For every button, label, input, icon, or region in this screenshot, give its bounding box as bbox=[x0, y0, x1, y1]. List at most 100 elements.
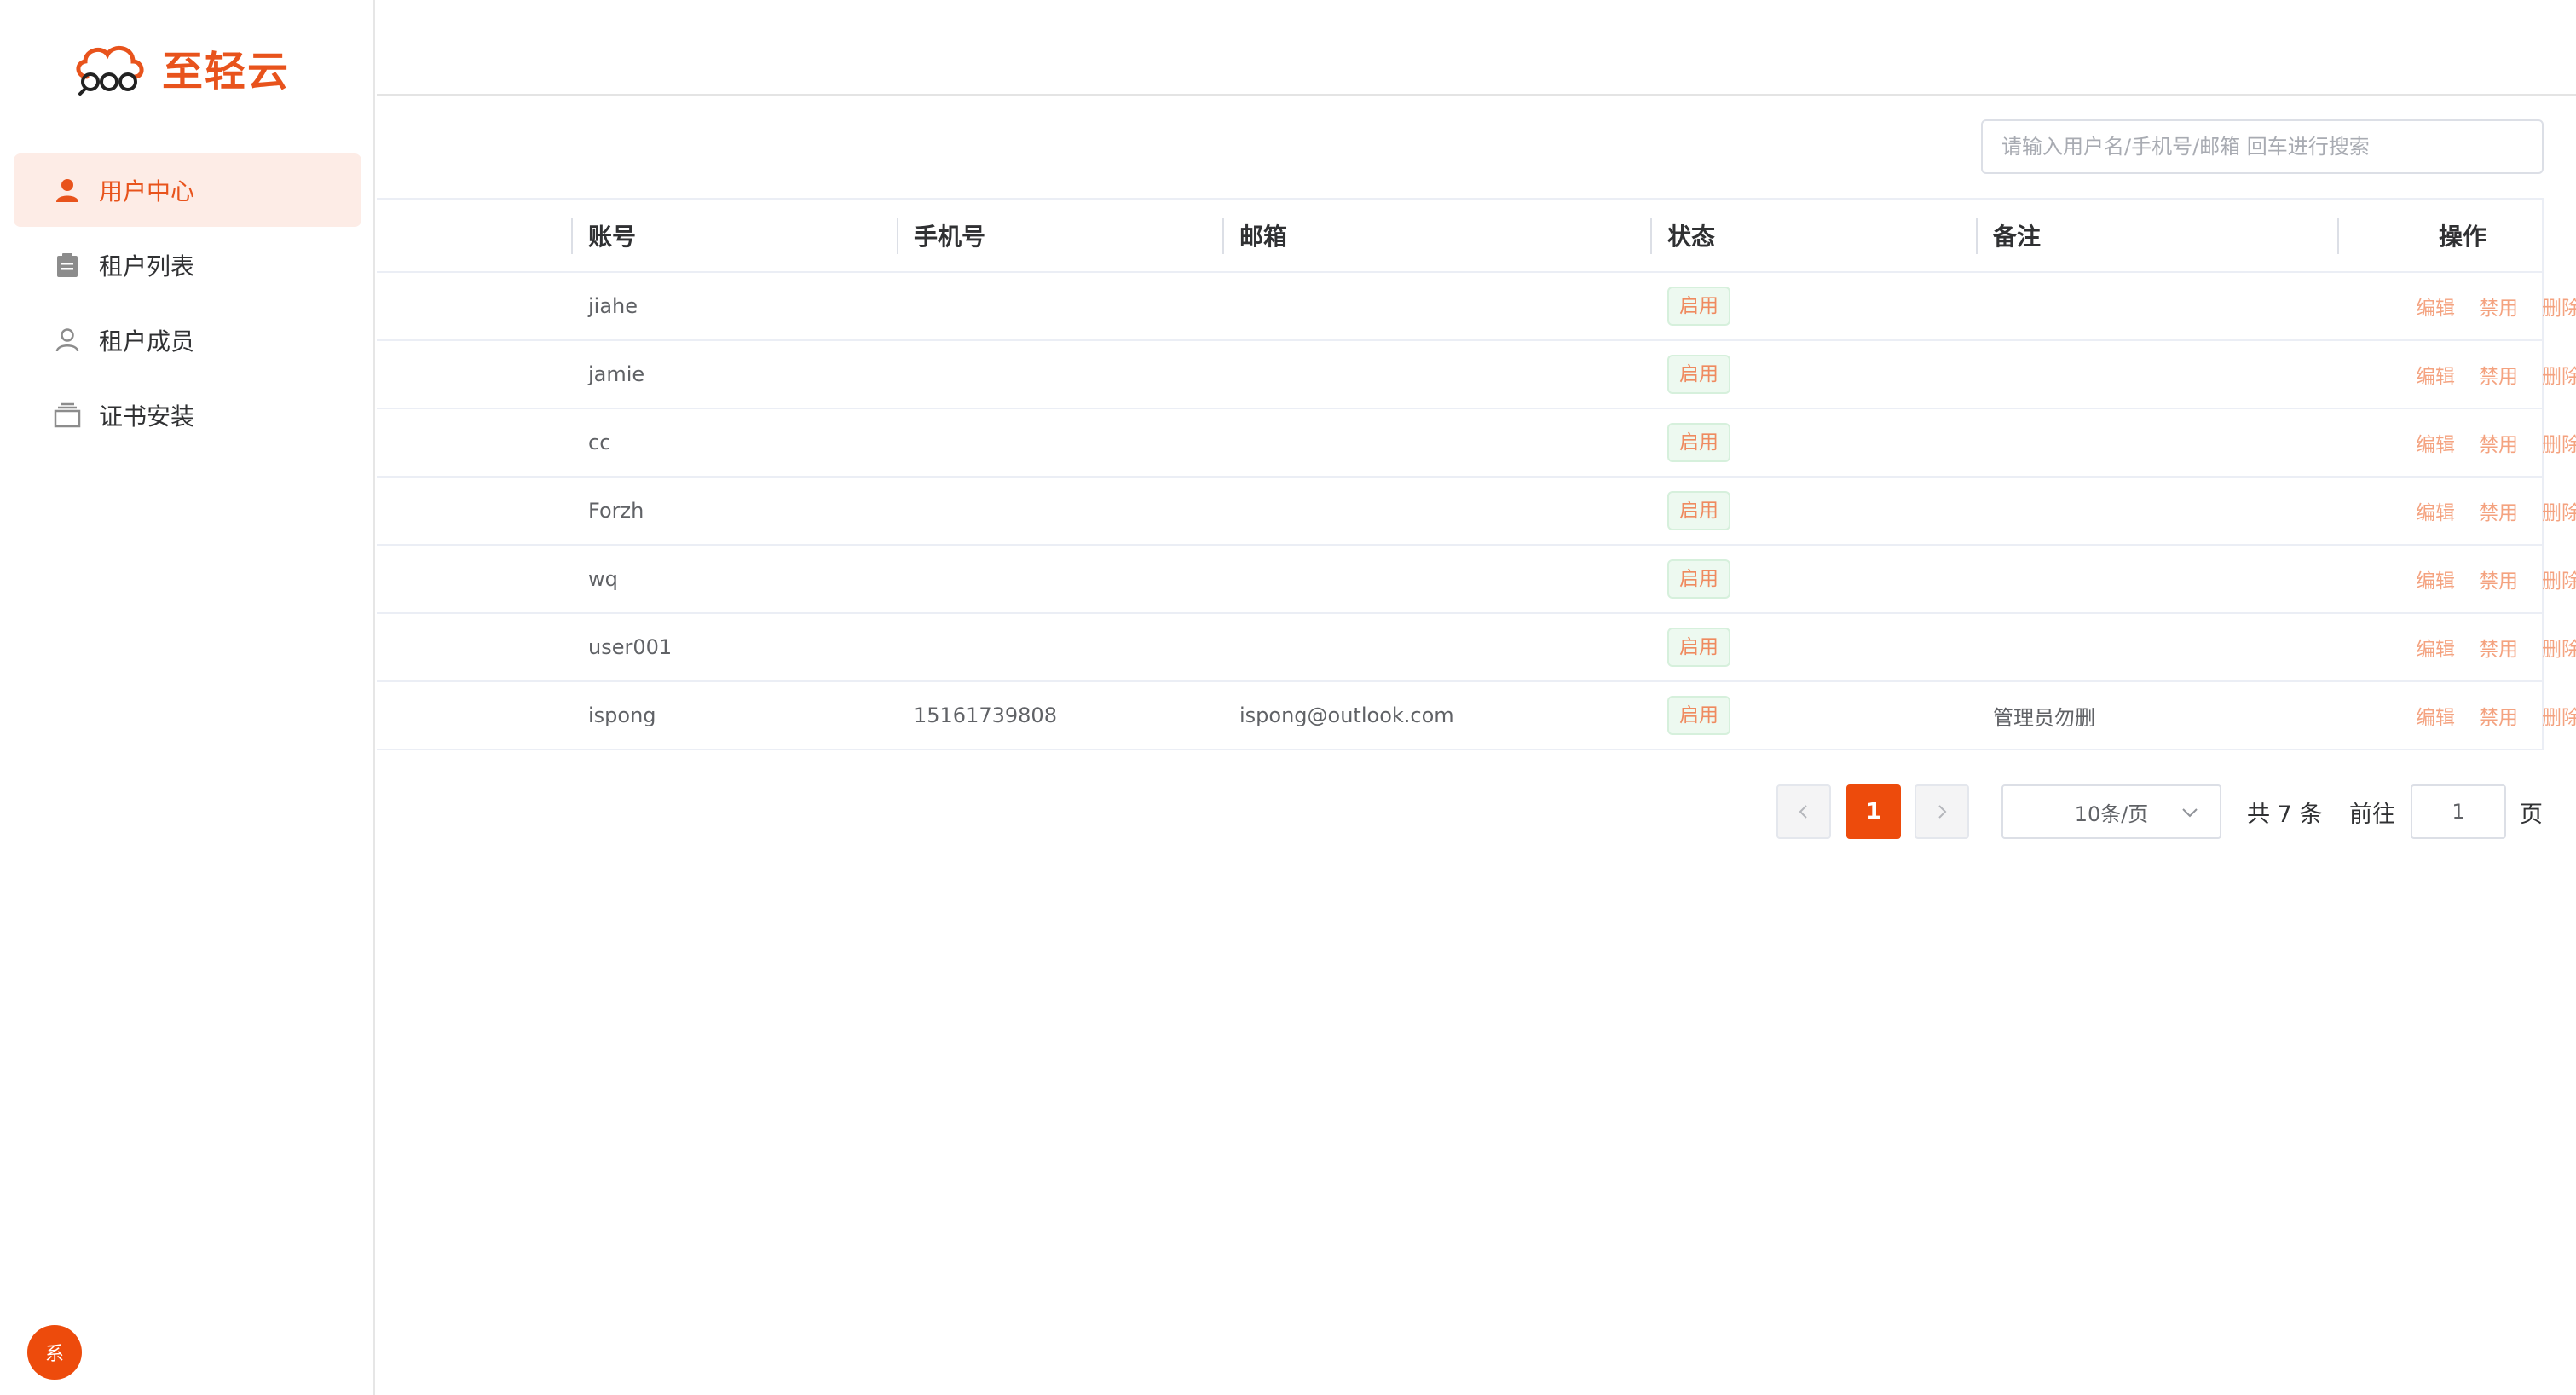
cell-phone: 15161739808 bbox=[914, 703, 1057, 727]
chevron-down-icon bbox=[2182, 808, 2198, 818]
edit-button[interactable]: 编辑 bbox=[2416, 564, 2455, 593]
sidebar-item-tenant-list[interactable]: 租户列表 bbox=[14, 229, 361, 302]
sidebar-item-tenant-members[interactable]: 租户成员 bbox=[14, 304, 361, 377]
column-divider bbox=[2337, 218, 2339, 254]
edit-button[interactable]: 编辑 bbox=[2416, 496, 2455, 525]
status-badge: 启用 bbox=[1667, 628, 1730, 667]
edit-button[interactable]: 编辑 bbox=[2416, 633, 2455, 662]
column-header-account: 账号 bbox=[588, 223, 637, 251]
cell-account: Forzh bbox=[588, 499, 644, 523]
goto-page-input[interactable] bbox=[2411, 784, 2506, 839]
table-row: wq 启用 编辑 禁用 删除 bbox=[377, 546, 2576, 614]
page-size-value: 10条/页 bbox=[2074, 802, 2149, 826]
delete-button[interactable]: 删除 bbox=[2542, 564, 2576, 593]
delete-button[interactable]: 删除 bbox=[2542, 428, 2576, 457]
table-row: ispong 15161739808 ispong@outlook.com 启用… bbox=[377, 682, 2576, 750]
status-badge: 启用 bbox=[1667, 423, 1730, 462]
edit-button[interactable]: 编辑 bbox=[2416, 360, 2455, 389]
sidebar-item-label: 租户成员 bbox=[99, 327, 195, 356]
cell-email: ispong@outlook.com bbox=[1239, 703, 1454, 727]
delete-button[interactable]: 删除 bbox=[2542, 292, 2576, 321]
top-bar bbox=[377, 0, 2576, 96]
cell-status: 启用 bbox=[1667, 478, 1730, 544]
cell-status: 启用 bbox=[1667, 273, 1730, 339]
column-header-phone: 手机号 bbox=[914, 223, 986, 251]
status-badge: 启用 bbox=[1667, 355, 1730, 394]
page-suffix: 页 bbox=[2520, 801, 2543, 828]
edit-button[interactable]: 编辑 bbox=[2416, 701, 2455, 730]
disable-button[interactable]: 禁用 bbox=[2479, 701, 2518, 730]
cell-account: jamie bbox=[588, 362, 645, 386]
cell-ops: 编辑 禁用 删除 bbox=[2416, 614, 2576, 680]
column-divider bbox=[897, 218, 898, 254]
cell-account: ispong bbox=[588, 703, 656, 727]
column-header-note: 备注 bbox=[1993, 223, 2042, 251]
table-row: jamie 启用 编辑 禁用 删除 bbox=[377, 341, 2576, 409]
search-input[interactable] bbox=[1981, 119, 2544, 174]
page-number-current[interactable]: 1 bbox=[1846, 784, 1901, 839]
brand-name: 至轻云 bbox=[162, 48, 291, 96]
cell-account: wq bbox=[588, 567, 618, 591]
chevron-left-icon bbox=[1799, 805, 1807, 819]
column-header-email: 邮箱 bbox=[1239, 223, 1288, 251]
page-size-select[interactable]: 10条/页 bbox=[2001, 784, 2221, 839]
cell-ops: 编辑 禁用 删除 bbox=[2416, 682, 2576, 749]
chevron-right-icon bbox=[1938, 805, 1947, 819]
delete-button[interactable]: 删除 bbox=[2542, 360, 2576, 389]
prev-page-button[interactable] bbox=[1776, 784, 1831, 839]
cell-ops: 编辑 禁用 删除 bbox=[2416, 273, 2576, 339]
sidebar-item-cert-install[interactable]: 证书安装 bbox=[14, 379, 361, 452]
cell-status: 启用 bbox=[1667, 409, 1730, 476]
cell-account: cc bbox=[588, 431, 611, 454]
disable-button[interactable]: 禁用 bbox=[2479, 428, 2518, 457]
cell-ops: 编辑 禁用 删除 bbox=[2416, 341, 2576, 408]
table-row: Forzh 启用 编辑 禁用 删除 bbox=[377, 478, 2576, 546]
table-row: cc 启用 编辑 禁用 删除 bbox=[377, 409, 2576, 478]
cell-status: 启用 bbox=[1667, 546, 1730, 612]
sidebar-menu: 用户中心 租户列表 租户成员 证书安装 bbox=[14, 153, 361, 454]
sidebar-item-label: 用户中心 bbox=[99, 177, 195, 205]
sidebar-item-user-center[interactable]: 用户中心 bbox=[14, 153, 361, 227]
delete-button[interactable]: 删除 bbox=[2542, 701, 2576, 730]
clipboard-icon bbox=[53, 251, 82, 280]
status-badge: 启用 bbox=[1667, 491, 1730, 530]
logo[interactable]: 至轻云 bbox=[68, 38, 290, 97]
status-badge: 启用 bbox=[1667, 287, 1730, 326]
user-filled-icon bbox=[53, 176, 82, 205]
delete-button[interactable]: 删除 bbox=[2542, 633, 2576, 662]
avatar[interactable]: 系 bbox=[27, 1325, 82, 1380]
disable-button[interactable]: 禁用 bbox=[2479, 564, 2518, 593]
column-divider bbox=[1222, 218, 1224, 254]
cell-status: 启用 bbox=[1667, 614, 1730, 680]
column-divider bbox=[1976, 218, 1978, 254]
cell-account: jiahe bbox=[588, 294, 638, 318]
status-badge: 启用 bbox=[1667, 696, 1730, 735]
goto-label: 前往 bbox=[2349, 801, 2395, 828]
edit-button[interactable]: 编辑 bbox=[2416, 428, 2455, 457]
column-divider bbox=[1650, 218, 1652, 254]
edit-button[interactable]: 编辑 bbox=[2416, 292, 2455, 321]
sidebar: 至轻云 用户中心 租户列表 租户成员 证书安装 系 bbox=[0, 0, 375, 1395]
cell-ops: 编辑 禁用 删除 bbox=[2416, 478, 2576, 544]
disable-button[interactable]: 禁用 bbox=[2479, 360, 2518, 389]
column-divider bbox=[571, 218, 573, 254]
next-page-button[interactable] bbox=[1915, 784, 1969, 839]
total-count: 共 7 条 bbox=[2247, 801, 2323, 828]
sidebar-item-label: 证书安装 bbox=[99, 402, 195, 431]
delete-button[interactable]: 删除 bbox=[2542, 496, 2576, 525]
disable-button[interactable]: 禁用 bbox=[2479, 633, 2518, 662]
disable-button[interactable]: 禁用 bbox=[2479, 496, 2518, 525]
column-header-ops: 操作 bbox=[2438, 223, 2486, 251]
cell-note: 管理员勿删 bbox=[1993, 705, 2095, 730]
table-row: jiahe 启用 编辑 禁用 删除 bbox=[377, 273, 2576, 341]
cloud-logo-icon bbox=[76, 46, 144, 96]
cell-account: user001 bbox=[588, 635, 673, 659]
user-table: 账号 手机号 邮箱 状态 备注 操作 jiahe 启用 编辑 禁用 删除 jam… bbox=[377, 198, 2576, 750]
cell-status: 启用 bbox=[1667, 341, 1730, 408]
status-badge: 启用 bbox=[1667, 559, 1730, 599]
user-outline-icon bbox=[53, 326, 82, 355]
column-header-status: 状态 bbox=[1667, 223, 1716, 251]
cell-ops: 编辑 禁用 删除 bbox=[2416, 409, 2576, 476]
disable-button[interactable]: 禁用 bbox=[2479, 292, 2518, 321]
table-row: user001 启用 编辑 禁用 删除 bbox=[377, 614, 2576, 682]
